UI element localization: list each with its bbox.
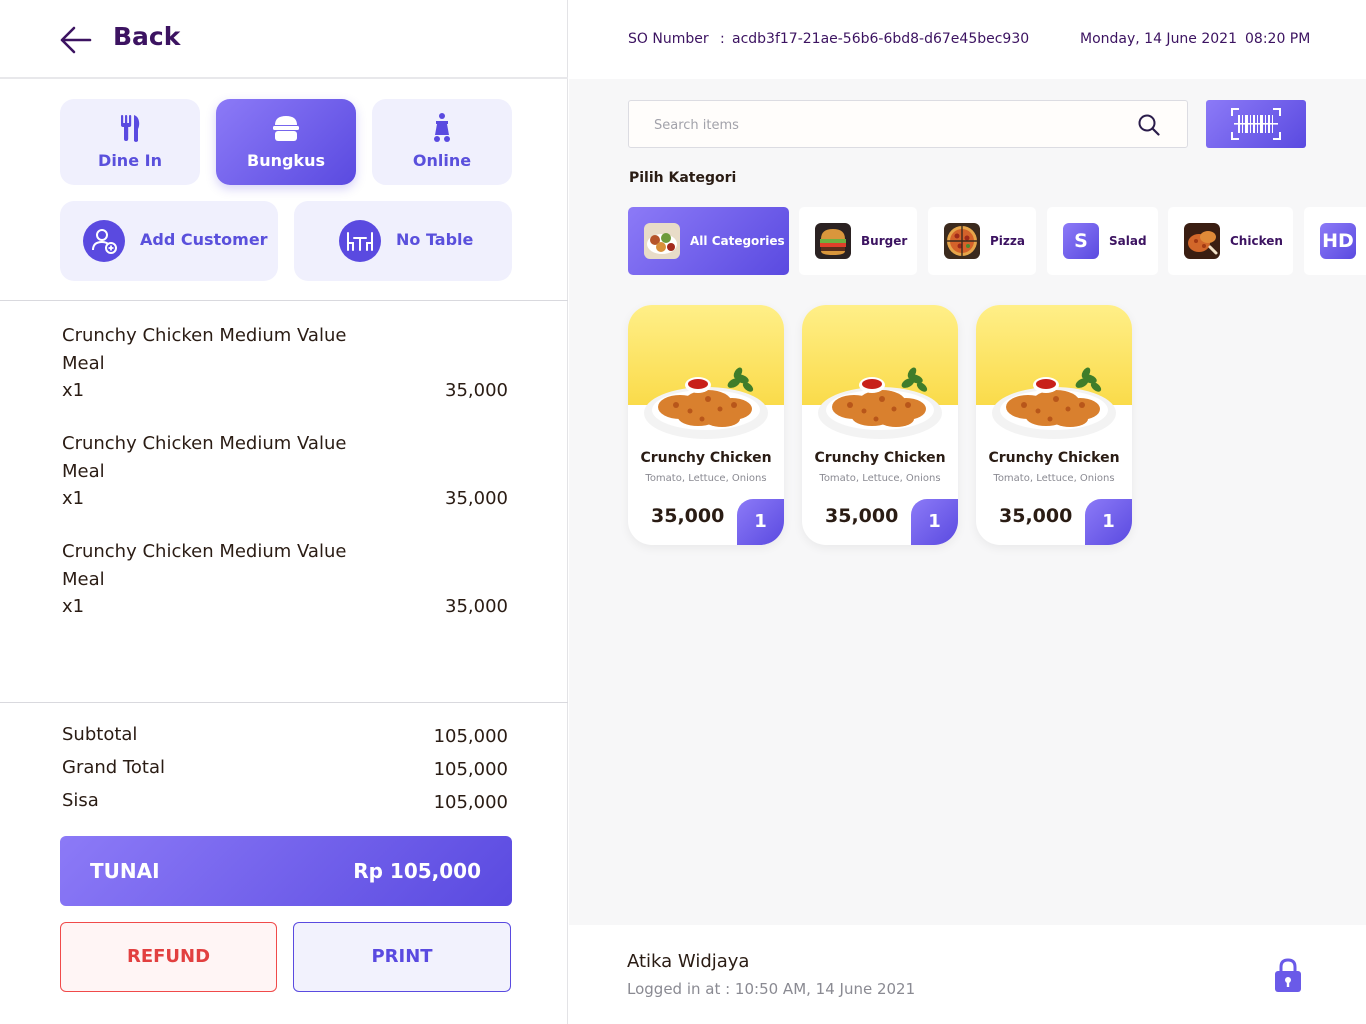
so-number-value: acdb3f17-21ae-56b6-6bd8-d67e45bec930	[732, 31, 1030, 47]
category-hd[interactable]: HD	[1304, 207, 1366, 275]
user-name: Atika Widjaya	[627, 951, 750, 972]
order-panel: Back Dine In Bungkus Online Add Customer…	[0, 0, 568, 1024]
so-number-colon: :	[720, 31, 725, 47]
order-item-name: Crunchy Chicken Medium Value Meal	[62, 541, 347, 590]
sisa-row: Sisa 105,000	[62, 790, 508, 818]
subtotal-label: Subtotal	[62, 724, 138, 745]
product-description: Tomato, Lettuce, Onions	[645, 473, 767, 484]
user-footer: Atika Widjaya Logged in at : 10:50 AM, 1…	[569, 925, 1366, 1024]
order-item-qty: x1	[62, 488, 85, 509]
back-button[interactable]: Back	[113, 22, 180, 51]
category-burger[interactable]: Burger	[799, 207, 917, 275]
pay-cash-button[interactable]: TUNAI Rp 105,000	[60, 836, 512, 906]
product-price: 35,000	[825, 505, 899, 527]
product-name: Crunchy Chicken	[988, 450, 1120, 466]
add-user-icon	[83, 220, 125, 262]
current-time: 08:20 PM	[1245, 31, 1311, 47]
product-card[interactable]: Crunchy Chicken Tomato, Lettuce, Onions …	[802, 305, 958, 545]
takeaway-box-icon	[273, 116, 299, 141]
product-count-badge[interactable]: 1	[1085, 499, 1132, 545]
back-arrow-icon[interactable]	[58, 24, 92, 56]
grand-total-label: Grand Total	[62, 757, 165, 778]
search-bar[interactable]	[628, 100, 1188, 148]
order-item-name: Crunchy Chicken Medium Value Meal	[62, 433, 347, 482]
product-description: Tomato, Lettuce, Onions	[993, 473, 1115, 484]
category-label: Chicken	[1230, 234, 1283, 248]
order-item-price: 35,000	[445, 596, 508, 617]
login-info: Logged in at : 10:50 AM, 14 June 2021	[627, 980, 916, 998]
order-item[interactable]: Crunchy Chicken Medium Value Meal x1 35,…	[62, 322, 508, 412]
so-number-label: SO Number	[628, 31, 709, 47]
order-item[interactable]: Crunchy Chicken Medium Value Meal x1 35,…	[62, 538, 508, 628]
category-pizza[interactable]: Pizza	[928, 207, 1036, 275]
payment-amount: Rp 105,000	[353, 859, 481, 883]
barcode-icon	[1231, 108, 1281, 140]
grand-total-row: Grand Total 105,000	[62, 757, 508, 785]
pizza-icon	[944, 223, 980, 259]
search-icon[interactable]	[1137, 113, 1161, 137]
order-item-qty: x1	[62, 380, 85, 401]
add-customer-label: Add Customer	[140, 230, 268, 249]
order-item-name: Crunchy Chicken Medium Value Meal	[62, 325, 347, 374]
category-chicken[interactable]: Chicken	[1168, 207, 1293, 275]
category-all[interactable]: All Categories	[628, 207, 789, 275]
subtotal-row: Subtotal 105,000	[62, 724, 508, 752]
salad-letter-icon: S	[1063, 223, 1099, 259]
refund-button[interactable]: REFUND	[60, 922, 277, 992]
subtotal-value: 105,000	[433, 726, 508, 747]
category-label: Pizza	[990, 234, 1025, 248]
order-type-label: Dine In	[98, 151, 162, 170]
fried-chicken-image	[992, 367, 1116, 439]
product-card[interactable]: Crunchy Chicken Tomato, Lettuce, Onions …	[628, 305, 784, 545]
product-price: 35,000	[999, 505, 1073, 527]
barcode-scan-button[interactable]	[1206, 100, 1306, 148]
print-button[interactable]: PRINT	[293, 922, 511, 992]
product-card[interactable]: Crunchy Chicken Tomato, Lettuce, Onions …	[976, 305, 1132, 545]
utensils-icon	[121, 115, 140, 142]
order-type-online[interactable]: Online	[372, 99, 512, 185]
product-count-badge[interactable]: 1	[911, 499, 958, 545]
order-type-bungkus[interactable]: Bungkus	[216, 99, 356, 185]
delivery-scooter-icon	[434, 113, 450, 142]
fried-chicken-image	[818, 367, 942, 439]
category-label: Salad	[1109, 234, 1147, 248]
divider	[0, 300, 568, 301]
divider	[0, 702, 568, 703]
category-section-title: Pilih Kategori	[629, 170, 737, 186]
product-count-badge[interactable]: 1	[737, 499, 784, 545]
fried-chicken-image	[644, 367, 768, 439]
sisa-value: 105,000	[433, 792, 508, 813]
product-name: Crunchy Chicken	[814, 450, 946, 466]
table-icon	[339, 220, 381, 262]
order-item-qty: x1	[62, 596, 85, 617]
grand-total-value: 105,000	[433, 759, 508, 780]
category-salad[interactable]: S Salad	[1047, 207, 1158, 275]
order-type-dine-in[interactable]: Dine In	[60, 99, 200, 185]
order-item[interactable]: Crunchy Chicken Medium Value Meal x1 35,…	[62, 430, 508, 520]
category-label: Burger	[861, 234, 908, 248]
mixed-food-icon	[644, 223, 680, 259]
no-table-label: No Table	[396, 230, 474, 249]
no-table-button[interactable]: No Table	[294, 201, 512, 281]
order-type-label: Bungkus	[247, 151, 325, 170]
payment-method-label: TUNAI	[90, 859, 160, 883]
menu-panel: SO Number : acdb3f17-21ae-56b6-6bd8-d67e…	[569, 0, 1366, 1024]
search-input[interactable]	[654, 114, 1124, 136]
order-panel-header: Back	[0, 0, 568, 79]
product-description: Tomato, Lettuce, Onions	[819, 473, 941, 484]
category-label: All Categories	[690, 234, 785, 248]
order-type-label: Online	[412, 151, 472, 170]
hd-letter-icon: HD	[1320, 223, 1356, 259]
product-price: 35,000	[651, 505, 725, 527]
top-bar: SO Number : acdb3f17-21ae-56b6-6bd8-d67e…	[569, 0, 1366, 79]
current-date: Monday, 14 June 2021	[1080, 31, 1238, 47]
sisa-label: Sisa	[62, 790, 99, 811]
burger-icon	[815, 223, 851, 259]
add-customer-button[interactable]: Add Customer	[60, 201, 278, 281]
product-name: Crunchy Chicken	[640, 450, 772, 466]
order-item-price: 35,000	[445, 488, 508, 509]
order-item-price: 35,000	[445, 380, 508, 401]
lock-icon[interactable]	[1273, 957, 1303, 993]
chicken-icon	[1184, 223, 1220, 259]
